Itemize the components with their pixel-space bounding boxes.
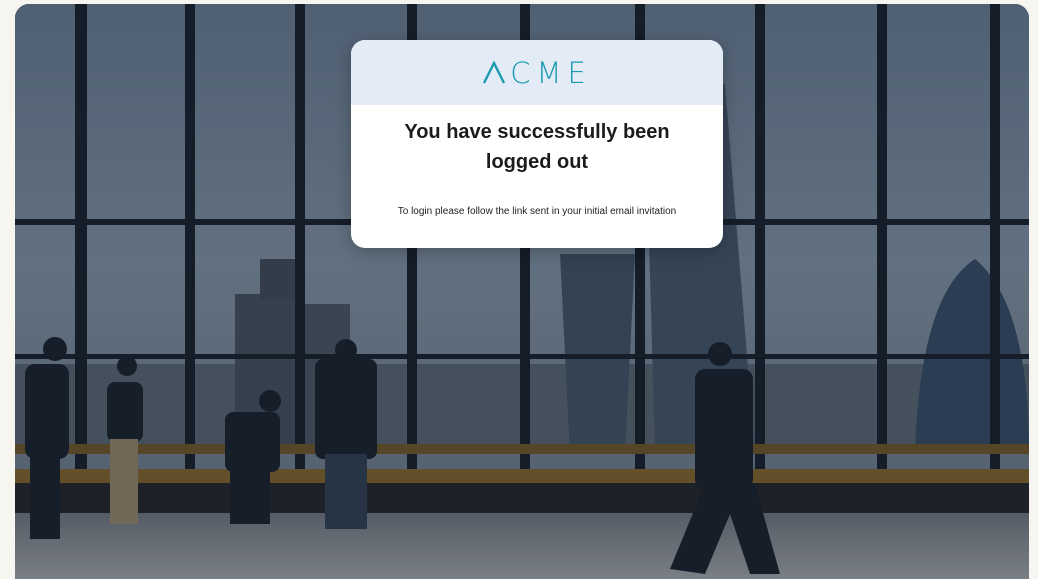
card-header: CME — [351, 40, 723, 105]
logo-text: CME — [510, 55, 592, 90]
logout-card: CME You have successfully been logged ou… — [351, 40, 723, 248]
acme-logo: CME — [482, 56, 592, 90]
card-body: You have successfully been logged out To… — [351, 105, 723, 219]
logout-title: You have successfully been logged out — [404, 121, 670, 173]
page-frame: CME You have successfully been logged ou… — [15, 4, 1029, 579]
logo-a-icon — [483, 60, 506, 84]
login-instructions: To login please follow the link sent in … — [397, 206, 677, 217]
